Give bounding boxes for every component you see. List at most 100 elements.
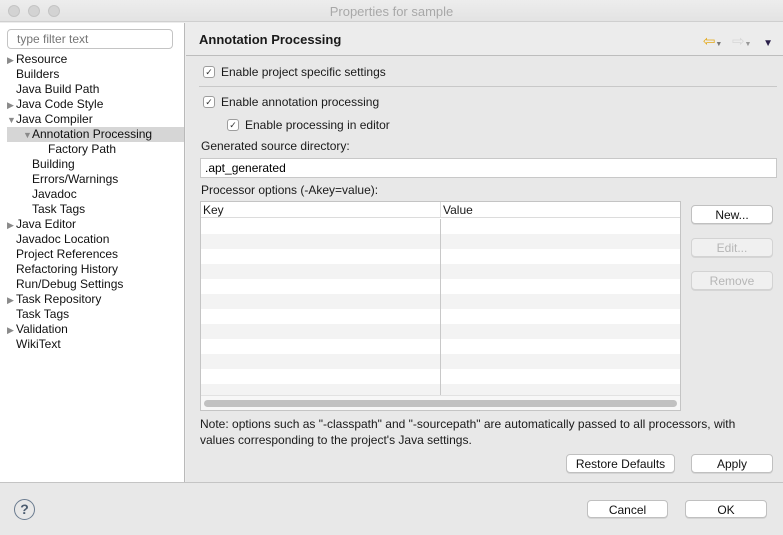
sidebar-item-factory-path[interactable]: Factory Path [0,142,184,157]
key-cell [201,369,441,384]
table-row[interactable] [201,354,680,369]
sidebar-item-label: Builders [16,67,60,81]
sidebar-item-java-compiler[interactable]: ▼Java Compiler [0,112,184,127]
table-body [201,219,680,399]
sidebar-item-java-editor[interactable]: ▶ Java Editor [0,217,184,232]
note-text: Note: options such as "-classpath" and "… [200,417,736,447]
key-cell [201,219,441,234]
new-button[interactable]: New... [691,205,773,224]
forward-arrow-icon[interactable]: ⇨ [732,32,745,50]
sidebar-item-javadoc[interactable]: Javadoc [0,187,184,202]
sidebar-item-label: Errors/Warnings [32,172,119,186]
sidebar-item-label: Run/Debug Settings [16,277,124,291]
checkbox-icon[interactable]: ✓ [203,96,215,108]
sidebar-item-validation[interactable]: ▶ Validation [0,322,184,337]
key-cell [201,339,441,354]
sidebar-item-errors-warnings[interactable]: Errors/Warnings [0,172,184,187]
key-cell [201,249,441,264]
sidebar-item-label: Java Build Path [16,82,100,96]
table-row[interactable] [201,279,680,294]
sidebar-item-task-tags[interactable]: Task Tags [0,307,184,322]
sidebar-item-label: Factory Path [48,142,117,156]
remove-button[interactable]: Remove [691,271,773,290]
sidebar-item-label: Task Tags [16,307,70,321]
horizontal-scrollbar[interactable] [201,395,680,410]
sidebar-item-task-tags[interactable]: Task Tags [0,202,184,217]
column-header-key[interactable]: Key [201,202,441,217]
sidebar-item-label: Javadoc Location [16,232,110,246]
sidebar-item-label: Java Compiler [16,112,93,126]
table-row[interactable] [201,249,680,264]
restore-defaults-button[interactable]: Restore Defaults [566,454,675,473]
ok-button[interactable]: OK [685,500,767,518]
sidebar-item-java-code-style[interactable]: ▶ Java Code Style [0,97,184,112]
table-row[interactable] [201,339,680,354]
sidebar-item-label: Javadoc [32,187,77,201]
edit-button[interactable]: Edit... [691,238,773,257]
sidebar-item-builders[interactable]: Builders [0,67,184,82]
processor-options-table[interactable]: Key Value [200,201,681,411]
column-header-value[interactable]: Value [441,202,473,217]
table-row[interactable] [201,294,680,309]
generated-source-input[interactable] [200,158,777,178]
checkbox-label: Enable annotation processing [221,95,380,109]
checkbox-label: Enable processing in editor [245,118,390,132]
key-cell [201,309,441,324]
generated-source-label: Generated source directory: [201,139,350,153]
sidebar-item-label: Building [32,157,75,171]
collapse-arrow-icon[interactable]: ▼ [23,128,32,143]
sidebar: ▶ResourceBuildersJava Build Path▶Java Co… [0,23,185,482]
sidebar-item-run-debug-settings[interactable]: Run/Debug Settings [0,277,184,292]
sidebar-item-task-repository[interactable]: ▶ Task Repository [0,292,184,307]
sidebar-item-annotation-processing[interactable]: ▼Annotation Processing [7,127,184,142]
apply-button[interactable]: Apply [691,454,773,473]
view-menu-icon[interactable]: ▼ [763,38,773,49]
table-header: Key Value [201,202,680,218]
enable-project-specific-checkbox[interactable]: ✓ Enable project specific settings [203,64,386,80]
key-cell [201,234,441,249]
sidebar-item-label: Resource [16,52,68,66]
expand-arrow-icon[interactable]: ▶ [7,218,16,233]
key-cell [201,294,441,309]
back-arrow-icon[interactable]: ⇦ [703,32,716,50]
sidebar-item-javadoc-location[interactable]: Javadoc Location [0,232,184,247]
key-cell [201,324,441,339]
key-cell [201,354,441,369]
expand-arrow-icon[interactable]: ▶ [7,323,16,338]
sidebar-item-label: WikiText [16,337,61,351]
sidebar-item-wikitext[interactable]: WikiText [0,337,184,352]
sidebar-item-label: Task Repository [16,292,102,306]
window-title: Properties for sample [329,4,454,19]
table-row[interactable] [201,219,680,234]
table-row[interactable] [201,369,680,384]
enable-annotation-processing-checkbox[interactable]: ✓ Enable annotation processing [203,94,379,110]
back-dropdown-icon[interactable]: ▼ [715,41,722,48]
sidebar-item-building[interactable]: Building [0,157,184,172]
collapse-arrow-icon[interactable]: ▼ [7,113,16,128]
scrollbar-thumb[interactable] [204,400,677,407]
forward-dropdown-icon[interactable]: ▼ [745,41,752,48]
sidebar-item-project-references[interactable]: Project References [0,247,184,262]
page-header: Annotation Processing ⇦▼ ⇨▼ ▼ [186,23,783,56]
table-row[interactable] [201,324,680,339]
processor-options-label: Processor options (-Akey=value): [201,183,379,197]
divider [199,86,777,87]
help-icon[interactable]: ? [14,499,35,520]
expand-arrow-icon[interactable]: ▶ [7,98,16,113]
sidebar-item-resource[interactable]: ▶ Resource [0,52,184,67]
sidebar-item-java-build-path[interactable]: Java Build Path [0,82,184,97]
table-row[interactable] [201,234,680,249]
key-cell [201,264,441,279]
sidebar-item-refactoring-history[interactable]: Refactoring History [0,262,184,277]
expand-arrow-icon[interactable]: ▶ [7,293,16,308]
checkbox-icon[interactable]: ✓ [227,119,239,131]
expand-arrow-icon[interactable]: ▶ [7,53,16,68]
sidebar-item-label: Refactoring History [16,262,119,276]
enable-processing-in-editor-checkbox[interactable]: ✓ Enable processing in editor [227,117,390,133]
cancel-button[interactable]: Cancel [587,500,668,518]
sidebar-item-label: Annotation Processing [32,127,153,141]
checkbox-icon[interactable]: ✓ [203,66,215,78]
filter-input[interactable] [7,29,173,49]
table-row[interactable] [201,264,680,279]
table-row[interactable] [201,309,680,324]
